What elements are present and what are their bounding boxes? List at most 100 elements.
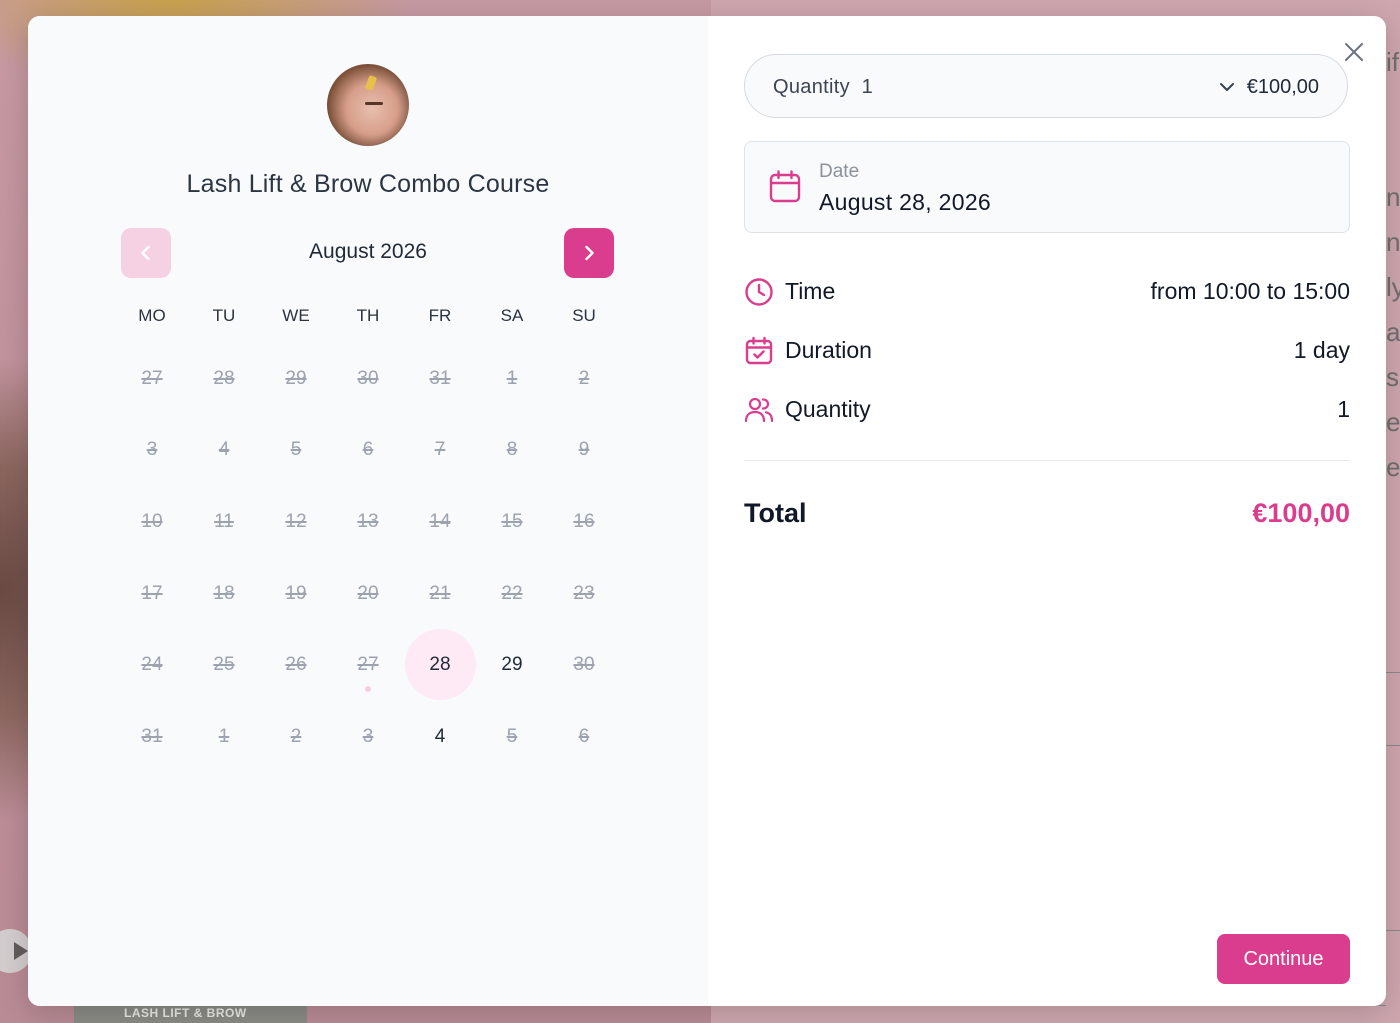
- calendar-day: 15: [476, 486, 548, 558]
- calendar-day-number: 25: [213, 654, 235, 676]
- background-text-fragment: if: [1386, 47, 1399, 77]
- calendar-day: 23: [548, 558, 620, 630]
- calendar-day-number: 22: [501, 582, 523, 604]
- calendar-day: 9: [548, 415, 620, 487]
- calendar-day-number: 16: [573, 510, 595, 532]
- calendar-day-number: 12: [285, 510, 307, 532]
- calendar-day: 20: [332, 558, 404, 630]
- background-text-fragment: s: [1386, 362, 1399, 392]
- total-value: €100,00: [1252, 498, 1350, 528]
- weekday-label: TH: [356, 306, 380, 325]
- calendar-day: 12: [260, 486, 332, 558]
- detail-label: Time: [785, 278, 836, 304]
- calendar-day: 5: [476, 701, 548, 773]
- weekday-label: SU: [572, 306, 596, 325]
- calendar-icon: [769, 170, 801, 203]
- calendar-day: 31: [116, 701, 188, 773]
- calendar-day-number: 18: [213, 582, 235, 604]
- detail-value: 1: [1337, 396, 1350, 422]
- calendar-day-number: 27: [357, 654, 379, 676]
- close-button[interactable]: [1341, 39, 1367, 65]
- calendar-day-number: 3: [146, 439, 158, 461]
- weekday-label: MO: [138, 306, 166, 325]
- calendar-day-number: 15: [501, 510, 523, 532]
- calendar-day-number: 7: [434, 439, 446, 461]
- calendar-day-number: 29: [285, 367, 307, 389]
- calendar-day-number: 6: [578, 725, 590, 747]
- calendar-day-number: 1: [218, 725, 230, 747]
- calendar-day: 6: [548, 701, 620, 773]
- calendar-day-number: 31: [141, 725, 163, 747]
- calendar-day-number: 4: [434, 725, 446, 747]
- calendar-day: 5: [260, 415, 332, 487]
- calendar-day-number: 2: [290, 725, 302, 747]
- calendar-day-number: 23: [573, 582, 595, 604]
- detail-row-quantity: Quantity 1: [744, 394, 1350, 428]
- quantity-select-price: €100,00: [1246, 76, 1319, 98]
- detail-label: Duration: [785, 337, 872, 363]
- calendar-day[interactable]: 29: [476, 629, 548, 701]
- detail-label: Quantity: [785, 396, 871, 422]
- detail-value: 1 day: [1293, 337, 1350, 363]
- quantity-select[interactable]: Quantity 1 €100,00: [744, 54, 1348, 118]
- calendar-day-number: 21: [429, 582, 451, 604]
- calendar-day: 19: [260, 558, 332, 630]
- calendar-day-grid: 27 28 29 30 31 1 2 3 4 5 6 7 8 9 10 11 12 13 14 15 16 17 18 19 2…: [116, 343, 620, 773]
- course-avatar: [327, 64, 409, 146]
- weekday-label: FR: [428, 306, 452, 325]
- weekday-label: WE: [282, 306, 310, 325]
- background-divider: [1386, 930, 1400, 931]
- calendar-day-number: 6: [362, 439, 374, 461]
- detail-value: from 10:00 to 15:00: [1150, 278, 1350, 304]
- calendar-day: 30: [332, 343, 404, 415]
- calendar-day[interactable]: 4: [404, 701, 476, 773]
- calendar-day-number: 5: [290, 439, 302, 461]
- quantity-select-label: Quantity 1: [773, 76, 874, 98]
- close-icon: [1345, 43, 1363, 61]
- next-month-button[interactable]: [564, 228, 614, 278]
- background-text-fragment: [1386, 85, 1400, 130]
- calendar-day-number: 5: [506, 725, 518, 747]
- weekday-header: MO TU WE TH FR SA SU: [116, 306, 620, 326]
- calendar-day: 3: [332, 701, 404, 773]
- calendar-day: 8: [476, 415, 548, 487]
- detail-row-duration: Duration 1 day: [744, 335, 1350, 369]
- calendar-day-number: 26: [285, 654, 307, 676]
- calendar-day: 13: [332, 486, 404, 558]
- calendar-day-number: 11: [214, 510, 234, 532]
- calendar-day: 28: [188, 343, 260, 415]
- detail-row-time: Time from 10:00 to 15:00: [744, 276, 1350, 310]
- continue-button[interactable]: Continue: [1217, 934, 1350, 984]
- calendar-day-number: 2: [578, 367, 590, 389]
- background-text-fragment: n: [1386, 182, 1400, 212]
- calendar-day: 25: [188, 629, 260, 701]
- background-text-fragment: e: [1386, 452, 1400, 482]
- total-label: Total: [744, 498, 807, 528]
- clock-icon: [745, 278, 773, 306]
- calendar-day-selected[interactable]: 28: [404, 629, 476, 701]
- background-text-fragment: a: [1386, 317, 1400, 347]
- calendar-day-number: 9: [578, 439, 590, 461]
- date-caption: Date: [819, 161, 860, 182]
- calendar-day: 17: [116, 558, 188, 630]
- calendar-day: 10: [116, 486, 188, 558]
- background-text-fragment: ly: [1386, 272, 1400, 302]
- calendar-day: 11: [188, 486, 260, 558]
- summary-divider: [744, 460, 1350, 461]
- calendar-day: 3: [116, 415, 188, 487]
- calendar-day: 2: [548, 343, 620, 415]
- selected-date-box: Date August 28, 2026: [744, 141, 1350, 233]
- calendar-day-number: 30: [357, 367, 379, 389]
- background-text-fragments: if n n ly a s e e: [1386, 40, 1400, 490]
- background-thumbnail-caption: LASH LIFT & BROW: [74, 1003, 307, 1023]
- calendar-day-number: 4: [218, 439, 230, 461]
- weekday-label: SA: [500, 306, 524, 325]
- chevron-right-icon: [585, 245, 594, 261]
- weekday-label: TU: [212, 306, 236, 325]
- calendar-day-number: 8: [506, 439, 518, 461]
- background-text-fragment: n: [1386, 227, 1400, 257]
- calendar-day-number: 19: [285, 582, 307, 604]
- background-text-fragment: [1386, 130, 1400, 175]
- calendar-day-number: 10: [141, 510, 163, 532]
- calendar-day-number: 28: [429, 654, 451, 676]
